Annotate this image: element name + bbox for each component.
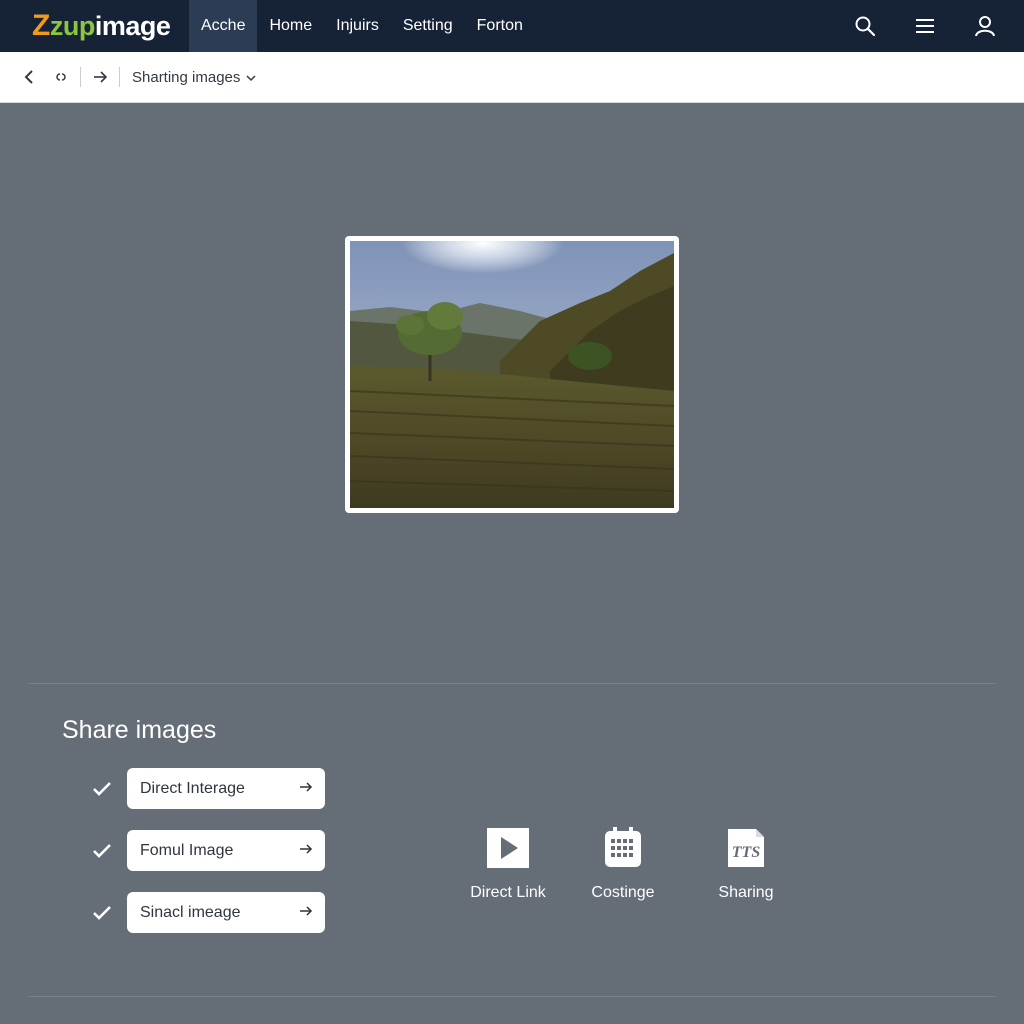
landscape-photo	[350, 241, 674, 508]
user-icon[interactable]	[968, 9, 1002, 43]
share-option-row: Direct Interage	[90, 768, 325, 809]
costinge-action[interactable]: Costinge	[568, 826, 678, 902]
icon-text: TTS	[732, 844, 761, 861]
image-preview[interactable]	[345, 236, 679, 513]
section-divider	[28, 683, 996, 684]
fomul-image-button[interactable]: Fomul Image	[127, 830, 325, 871]
nav-item-injuirs[interactable]: Injuirs	[324, 0, 391, 52]
forward-arrow-icon[interactable]	[89, 66, 111, 88]
nav-item-acche[interactable]: Acche	[189, 0, 258, 52]
nav-item-forton[interactable]: Forton	[465, 0, 535, 52]
action-label: Sharing	[718, 884, 774, 901]
nav-item-setting[interactable]: Setting	[391, 0, 465, 52]
logo-image: image	[94, 11, 171, 41]
logo-zup: zup	[49, 11, 96, 41]
document-text-icon: TTS	[724, 826, 768, 870]
nav-item-home[interactable]: Home	[257, 0, 324, 52]
breadcrumb-label: Sharting images	[132, 68, 241, 86]
share-option-row: Fomul Image	[90, 830, 325, 871]
action-label: Costinge	[591, 884, 655, 901]
check-icon[interactable]	[90, 777, 114, 801]
search-icon[interactable]	[848, 9, 882, 43]
breadcrumb-dropdown[interactable]: Sharting images	[132, 69, 256, 86]
chevron-down-icon	[246, 69, 256, 86]
sharing-action[interactable]: TTS Sharing	[691, 826, 801, 902]
option-label: Direct Interage	[140, 779, 245, 797]
calendar-grid-icon	[601, 826, 645, 870]
direct-interage-button[interactable]: Direct Interage	[127, 768, 325, 809]
main-nav: Acche Home Injuirs Setting Forton	[189, 0, 535, 52]
toolbar-separator	[80, 67, 81, 87]
arrow-right-icon	[299, 780, 313, 798]
sinacl-imeage-button[interactable]: Sinacl imeage	[127, 892, 325, 933]
zupimage-logo[interactable]: Zzup image	[32, 9, 180, 43]
play-icon	[486, 826, 530, 870]
share-section-title: Share images	[62, 716, 217, 744]
nav-icons	[848, 0, 1002, 52]
check-icon[interactable]	[90, 901, 114, 925]
link-icon[interactable]	[50, 66, 72, 88]
option-label: Fomul Image	[140, 841, 234, 859]
logo-z: Z	[32, 9, 50, 42]
action-label: Direct Link	[470, 884, 546, 901]
option-label: Sinacl imeage	[140, 903, 241, 921]
back-arrow-icon[interactable]	[18, 66, 40, 88]
share-option-row: Sinacl imeage	[90, 892, 325, 933]
toolbar-separator	[119, 67, 120, 87]
direct-link-action[interactable]: Direct Link	[453, 826, 563, 902]
bottom-divider	[28, 996, 996, 997]
menu-icon[interactable]	[908, 9, 942, 43]
toolbar: Sharting images	[0, 52, 1024, 103]
arrow-right-icon	[299, 842, 313, 860]
top-navigation-bar: Zzup image Acche Home Injuirs Setting For…	[0, 0, 1024, 52]
check-icon[interactable]	[90, 839, 114, 863]
arrow-right-icon	[299, 904, 313, 922]
